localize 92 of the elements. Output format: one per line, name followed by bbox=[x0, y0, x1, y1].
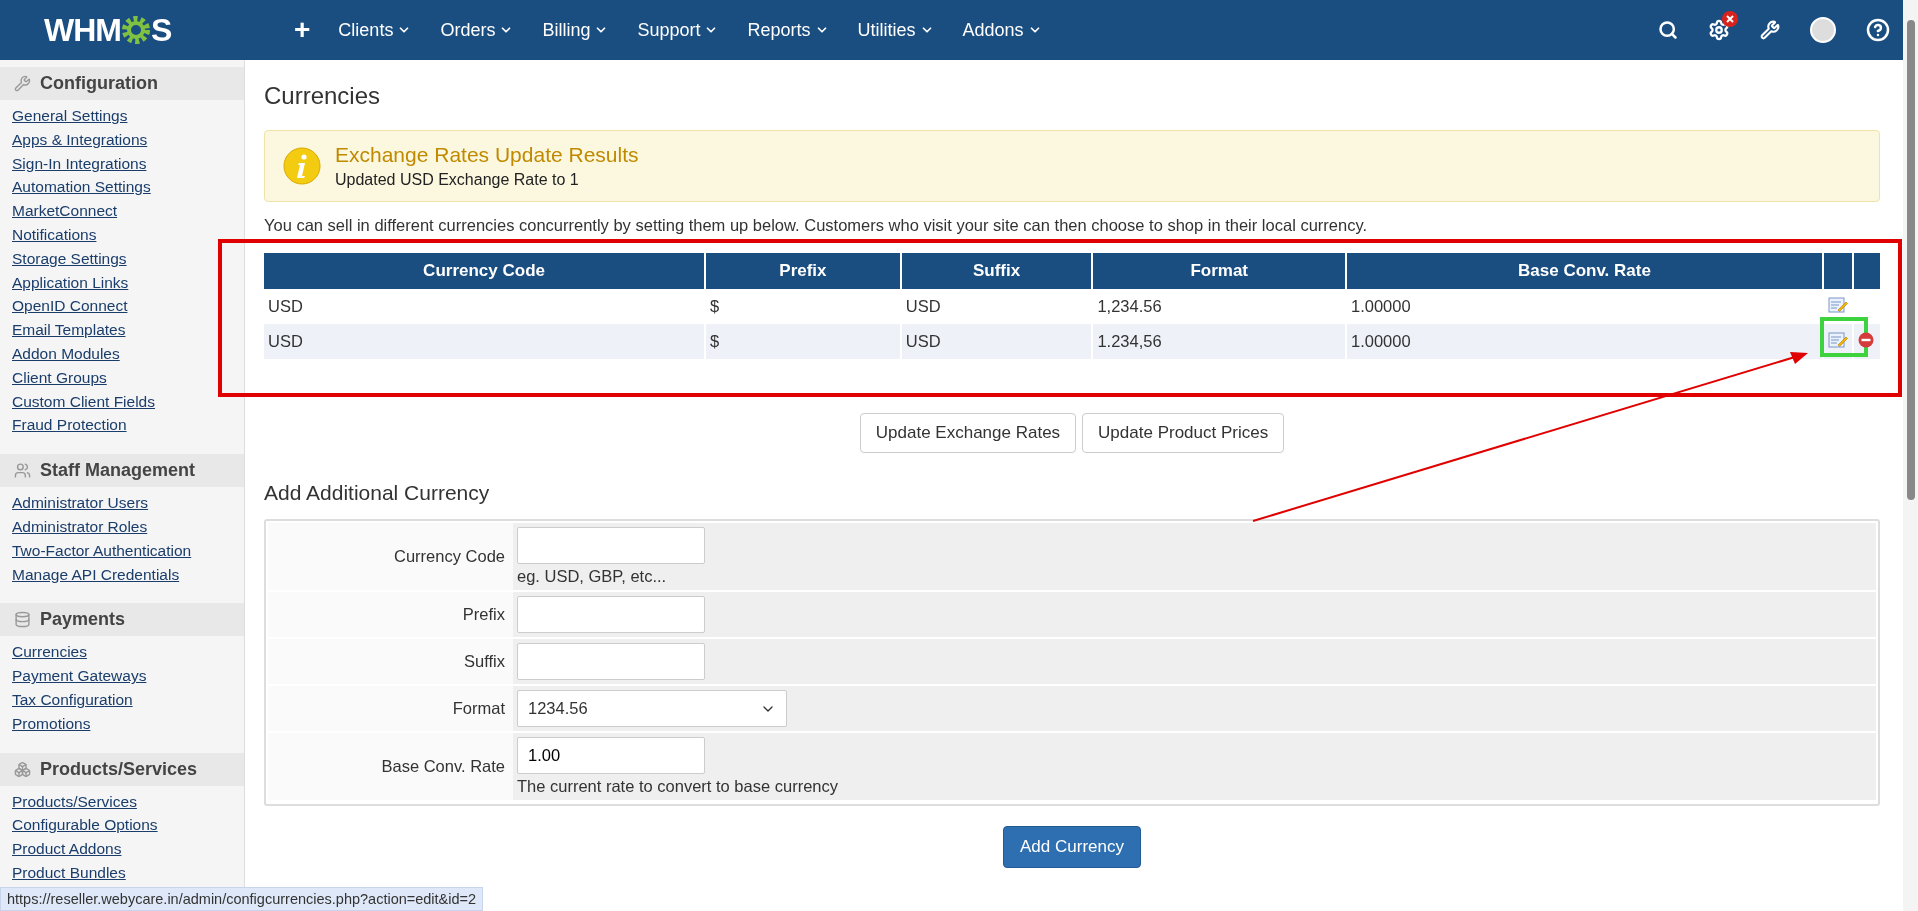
sidebar-link[interactable]: Storage Settings bbox=[0, 246, 244, 271]
logo-text: S bbox=[150, 11, 172, 49]
info-icon bbox=[283, 147, 321, 185]
help-icon[interactable] bbox=[1866, 18, 1890, 42]
field-label: Base Conv. Rate bbox=[381, 757, 505, 776]
nav-menu[interactable]: Support bbox=[637, 19, 719, 41]
field-label: Currency Code bbox=[394, 547, 505, 566]
sidebar-link[interactable]: Configurable Options bbox=[0, 813, 244, 838]
table-cell: 1.00000 bbox=[1350, 332, 1411, 350]
sidebar-heading-text: Payments bbox=[40, 609, 126, 631]
edit-icon bbox=[1827, 295, 1848, 314]
delete-icon bbox=[1857, 331, 1874, 348]
alert-message: Updated USD Exchange Rate to 1 bbox=[335, 171, 580, 189]
column-header: Currency Code bbox=[264, 253, 705, 289]
sidebar-link[interactable]: OpenID Connect bbox=[0, 294, 244, 319]
sidebar-link[interactable]: Administrator Users bbox=[0, 491, 244, 515]
column-header bbox=[1823, 253, 1852, 289]
action-button[interactable]: Update Exchange Rates bbox=[859, 413, 1077, 453]
nav-menu[interactable]: Reports bbox=[747, 19, 829, 41]
column-header: Prefix bbox=[706, 253, 900, 289]
sidebar-link[interactable]: MarketConnect bbox=[0, 199, 244, 223]
sidebar-link[interactable]: Product Addons bbox=[0, 837, 244, 861]
table-cell: USD bbox=[905, 332, 941, 350]
sidebar-link[interactable]: Products/Services bbox=[0, 789, 244, 814]
sidebar-link[interactable]: Application Links bbox=[0, 270, 244, 295]
help-text: eg. USD, GBP, etc... bbox=[517, 567, 668, 586]
gear-icon bbox=[120, 15, 151, 45]
sidebar-link[interactable]: Payment Gateways bbox=[0, 664, 244, 688]
wrench-icon bbox=[14, 75, 31, 92]
sidebar-link[interactable]: Sign-In Integrations bbox=[0, 151, 244, 176]
sidebar-link[interactable]: Currencies bbox=[0, 640, 244, 665]
alert-title: Exchange Rates Update Results bbox=[335, 143, 639, 167]
sidebar-link[interactable]: Client Groups bbox=[0, 365, 244, 390]
sidebar-link[interactable]: Apps & Integrations bbox=[0, 127, 244, 152]
logo-text: WHM bbox=[44, 11, 121, 49]
format-select[interactable]: 1234.56 bbox=[517, 690, 787, 727]
field-label: Prefix bbox=[462, 605, 505, 624]
avatar-icon[interactable] bbox=[1810, 17, 1836, 43]
users-icon bbox=[14, 462, 31, 480]
add-button[interactable]: + bbox=[294, 14, 311, 46]
column-header bbox=[1853, 253, 1880, 289]
sidebar-link[interactable]: Custom Client Fields bbox=[0, 389, 244, 414]
nav-menu[interactable]: Billing bbox=[542, 19, 609, 41]
sidebar-link[interactable]: Administrator Roles bbox=[0, 514, 244, 539]
wrench-icon[interactable] bbox=[1760, 20, 1780, 40]
table-cell: USD bbox=[905, 297, 941, 315]
edit-icon bbox=[1827, 330, 1848, 349]
coins-icon bbox=[14, 611, 31, 629]
sidebar-link[interactable]: Tax Configuration bbox=[0, 687, 244, 712]
table-cell: 1,234.56 bbox=[1097, 297, 1162, 315]
sidebar-link[interactable]: Notifications bbox=[0, 223, 244, 247]
sidebar-heading-text: Staff Management bbox=[40, 460, 196, 482]
input-field[interactable] bbox=[517, 643, 705, 680]
nav-menu[interactable]: Addons bbox=[962, 19, 1042, 41]
nav-menu[interactable]: Orders bbox=[440, 19, 514, 41]
search-icon[interactable] bbox=[1658, 20, 1678, 40]
sidebar-link[interactable]: Two-Factor Authentication bbox=[0, 538, 244, 563]
add-currency-button[interactable]: Add Currency bbox=[1003, 826, 1141, 868]
intro-text: You can sell in different currencies concurrently by setting them up below. Customers who visit your site can then choose to shop in their local currency. bbox=[264, 216, 1368, 235]
input-field[interactable] bbox=[517, 596, 705, 633]
boxes-icon bbox=[14, 760, 31, 778]
sidebar-heading-text: Products/Services bbox=[40, 758, 198, 780]
column-header: Base Conv. Rate bbox=[1346, 253, 1822, 289]
nav-menu[interactable]: Utilities bbox=[857, 19, 934, 41]
input-field[interactable] bbox=[517, 527, 705, 564]
sidebar-link[interactable]: Manage API Credentials bbox=[0, 562, 244, 587]
nav-menu[interactable]: Clients bbox=[338, 19, 412, 41]
page-title: Currencies bbox=[264, 82, 382, 110]
sidebar-link[interactable]: General Settings bbox=[0, 104, 244, 128]
sidebar-link[interactable]: Promotions bbox=[0, 711, 244, 736]
help-text: The current rate to convert to base currency bbox=[517, 777, 839, 796]
sidebar-link[interactable]: Product Bundles bbox=[0, 860, 244, 885]
table-cell: USD bbox=[268, 332, 303, 350]
field-label: Suffix bbox=[464, 652, 505, 671]
status-bar: https://reseller.webycare.in/admin/configcurrencies.php?action=edit&id=2 bbox=[0, 887, 484, 911]
column-header: Format bbox=[1093, 253, 1345, 289]
sidebar-link[interactable]: Fraud Protection bbox=[0, 413, 244, 438]
field-label: Format bbox=[452, 699, 505, 718]
table-cell: 1.234,56 bbox=[1097, 332, 1162, 350]
table-cell: $ bbox=[710, 332, 720, 350]
table-cell: USD bbox=[268, 297, 303, 315]
action-button[interactable]: Update Product Prices bbox=[1082, 413, 1285, 453]
section-title: Add Additional Currency bbox=[264, 481, 491, 505]
column-header: Suffix bbox=[901, 253, 1092, 289]
input-field[interactable]: 1.00 bbox=[517, 737, 705, 774]
sidebar-link[interactable]: Addon Modules bbox=[0, 341, 244, 366]
table-cell: $ bbox=[710, 297, 720, 315]
settings-icon[interactable] bbox=[1708, 11, 1738, 41]
sidebar-heading-text: Configuration bbox=[40, 73, 158, 94]
sidebar-link[interactable]: Automation Settings bbox=[0, 175, 244, 200]
table-cell: 1.00000 bbox=[1350, 297, 1411, 315]
sidebar-link[interactable]: Email Templates bbox=[0, 318, 244, 342]
